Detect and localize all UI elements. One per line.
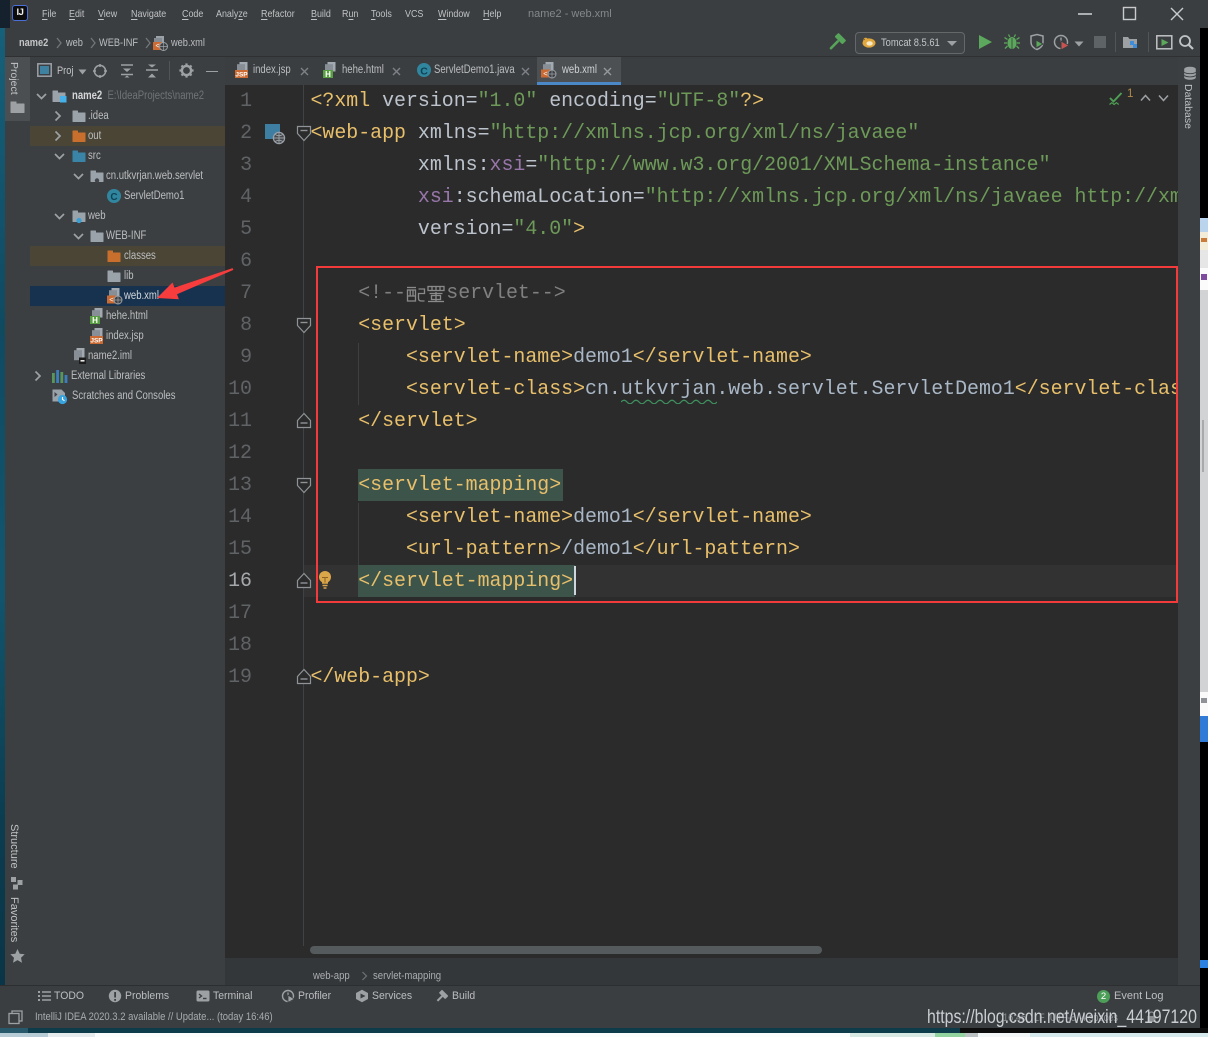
svg-text:H: H xyxy=(92,316,98,325)
svg-text:<: < xyxy=(155,43,159,50)
svg-text:JSP: JSP xyxy=(235,72,248,79)
svg-text:JSP: JSP xyxy=(90,338,103,345)
svg-text:H: H xyxy=(325,70,331,79)
svg-text:C: C xyxy=(420,65,428,77)
svg-text:C: C xyxy=(110,192,117,203)
